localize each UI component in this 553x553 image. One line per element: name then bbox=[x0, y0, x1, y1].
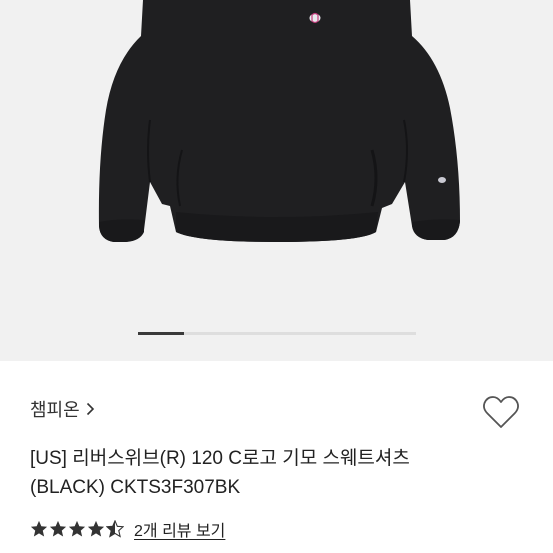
product-title: [US] 리버스위브(R) 120 C로고 기모 스웨트셔츠 (BLACK) C… bbox=[30, 444, 510, 502]
star-filled-icon bbox=[68, 520, 86, 537]
reviews-link[interactable]: 2개 리뷰 보기 bbox=[134, 517, 225, 541]
star-filled-icon bbox=[87, 520, 105, 537]
star-rating bbox=[30, 520, 124, 538]
star-half-icon bbox=[106, 520, 124, 538]
heart-outline-icon[interactable] bbox=[481, 394, 521, 430]
gallery-progress-active bbox=[138, 332, 185, 335]
product-title-line2: (BLACK) CKTS3F307BK bbox=[30, 477, 241, 498]
gallery-progress-indicator bbox=[138, 332, 416, 335]
product-image-gallery[interactable] bbox=[0, 0, 553, 361]
star-filled-icon bbox=[30, 520, 48, 537]
chevron-right-icon bbox=[86, 402, 94, 416]
brand-name: 챔피온 bbox=[30, 400, 80, 420]
rating-row: 2개 리뷰 보기 bbox=[30, 517, 225, 541]
brand-link[interactable]: 챔피온 bbox=[30, 396, 95, 422]
product-image bbox=[0, 0, 553, 361]
star-filled-icon bbox=[49, 520, 67, 537]
product-title-line1: [US] 리버스위브(R) 120 C로고 기모 스웨트셔츠 bbox=[30, 448, 410, 469]
